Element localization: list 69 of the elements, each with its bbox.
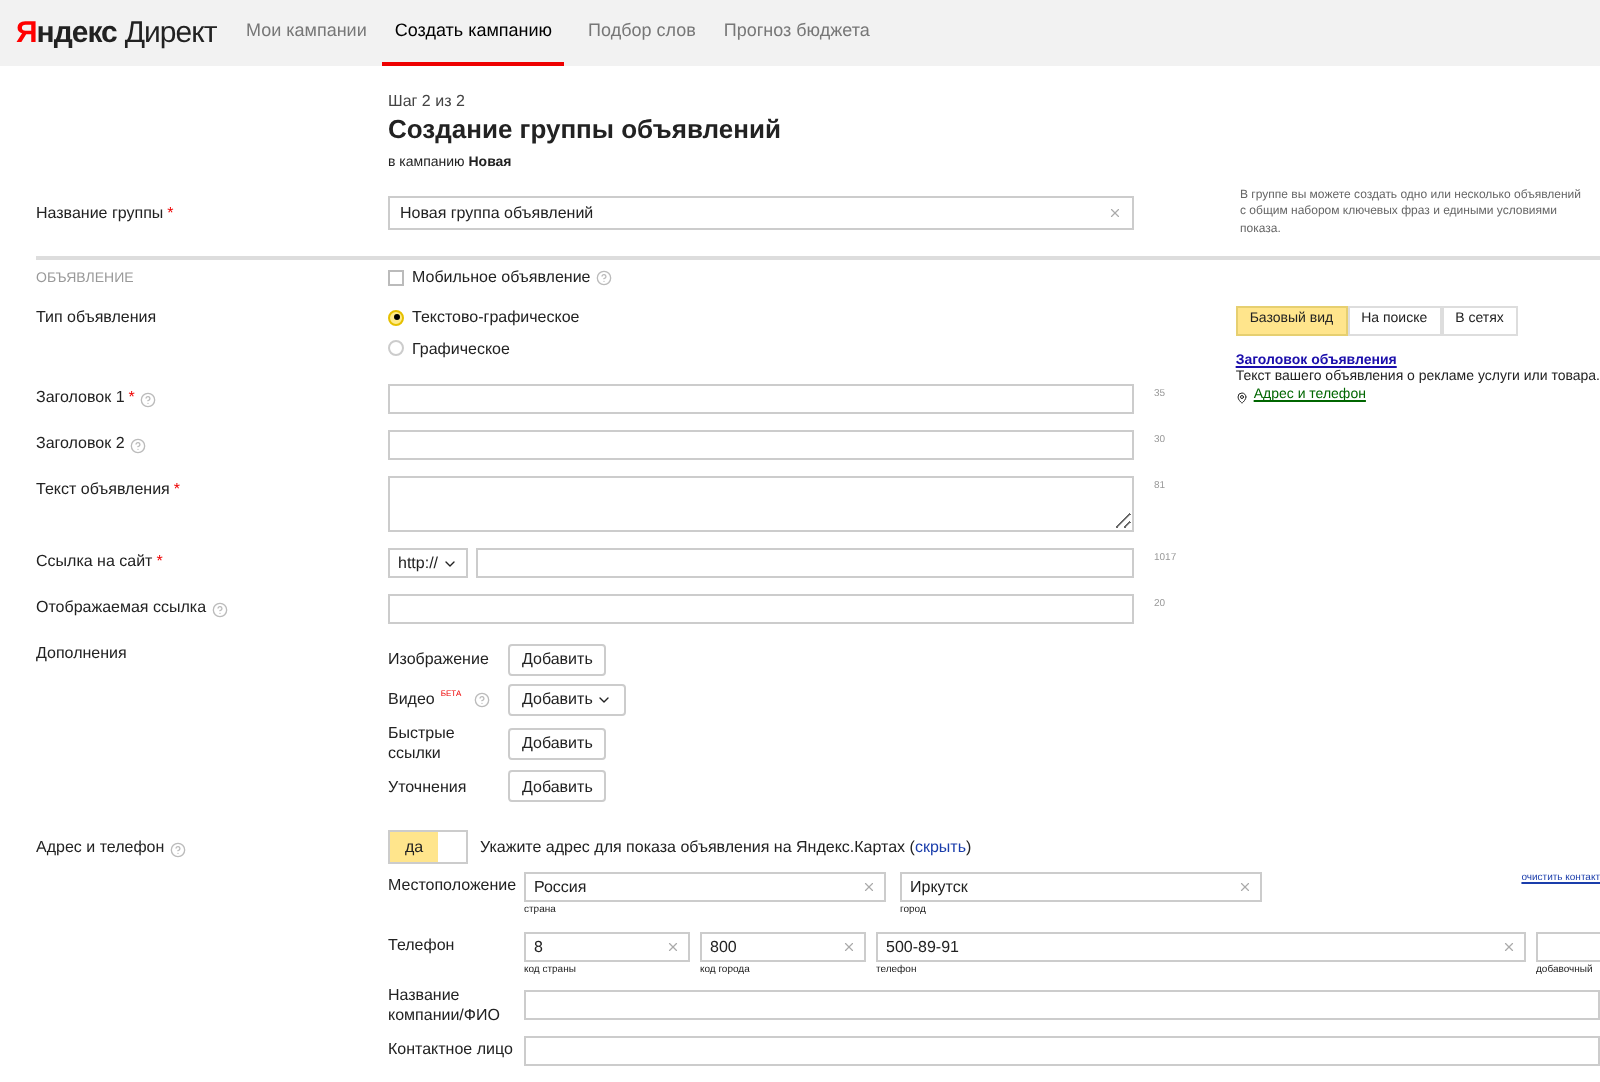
protocol-select[interactable]: http:// [388,548,469,579]
map-note: Укажите адрес для показа объявления на Яндекс.Картах (скрыть) [480,838,972,858]
clear-icon[interactable] [862,880,876,895]
location-field[interactable]: Иркутск [900,872,1262,903]
hide-link[interactable]: скрыть [914,838,966,857]
pin-icon [1235,391,1248,404]
mobile-checkbox[interactable] [388,269,404,286]
field-label: Контактное лицо [388,1040,515,1060]
field-label: Отображаемая ссылка [36,598,207,618]
group-name-field[interactable]: Новая группа объявлений [388,196,1134,231]
address-toggle[interactable]: да [388,830,468,865]
text-field[interactable] [388,384,1134,415]
checkbox-label: Мобильное объявление [412,267,591,288]
help-icon[interactable] [473,692,490,709]
clear-icon[interactable] [1502,940,1516,955]
company-field[interactable] [524,990,1600,1021]
add-button[interactable]: Добавить [508,684,627,717]
clear-icon[interactable] [1108,206,1122,221]
required-mark: * [173,480,180,500]
help-icon[interactable] [170,841,187,858]
add-button[interactable]: Добавить [508,644,607,677]
ad-text-field[interactable] [388,476,1134,533]
field-label: Местоположение [388,874,519,899]
required-mark: * [156,552,163,572]
field-label: Тип объявления [36,307,157,328]
phone-field[interactable]: 500-89-91 [876,932,1526,963]
field-label: Адрес и телефон [36,837,165,857]
nav-tab[interactable]: Мои кампании [234,0,379,66]
extra-label: Уточнения [388,777,467,797]
help-icon[interactable] [596,269,613,286]
add-button[interactable]: Добавить [508,727,607,760]
page-title: Создание группы объявлений [388,113,783,145]
field-label: Заголовок 1 [36,388,125,408]
help-icon[interactable] [130,438,147,455]
text-field[interactable] [388,594,1134,625]
radio-label: Текстово-графическое [412,307,580,328]
extra-label: Изображение [388,650,488,670]
field-label: Ссылка на сайт [36,552,153,572]
text-field[interactable] [388,430,1134,461]
field-label: Название компании/ФИО [388,986,502,1026]
field-label: Дополнения [36,644,127,664]
help-icon[interactable] [212,602,229,619]
radio-button[interactable] [388,309,404,326]
field-label: Заголовок 2 [36,434,125,454]
radio-button[interactable] [388,340,404,357]
clear-icon[interactable] [842,940,856,955]
required-mark: * [128,388,135,408]
contact-field[interactable] [524,1035,1600,1066]
field-label: Телефон [388,934,457,959]
extra-label: Быстрые ссылки [388,724,457,763]
phone-field[interactable] [1536,932,1600,963]
nav-tab[interactable]: Создать кампанию [382,0,565,66]
nav-tab[interactable]: Подбор слов [576,0,708,66]
field-label: Название группы [36,203,164,223]
help-icon[interactable] [140,392,157,409]
add-button[interactable]: Добавить [508,770,607,803]
location-field[interactable]: Россия [524,872,886,903]
nav-tab[interactable]: Прогноз бюджета [711,0,882,66]
radio-label: Графическое [412,339,510,359]
url-field[interactable] [476,548,1134,579]
logo: Яндекс Директ [14,13,219,53]
extra-label: Видео [388,690,435,710]
clear-icon[interactable] [666,940,680,955]
field-label: Текст объявления [36,480,170,500]
step-label: Шаг 2 из 2 [388,92,467,112]
clear-icon[interactable] [1238,880,1252,895]
required-mark: * [167,203,174,223]
phone-field[interactable]: 8 [524,932,690,963]
phone-field[interactable]: 800 [700,932,866,963]
